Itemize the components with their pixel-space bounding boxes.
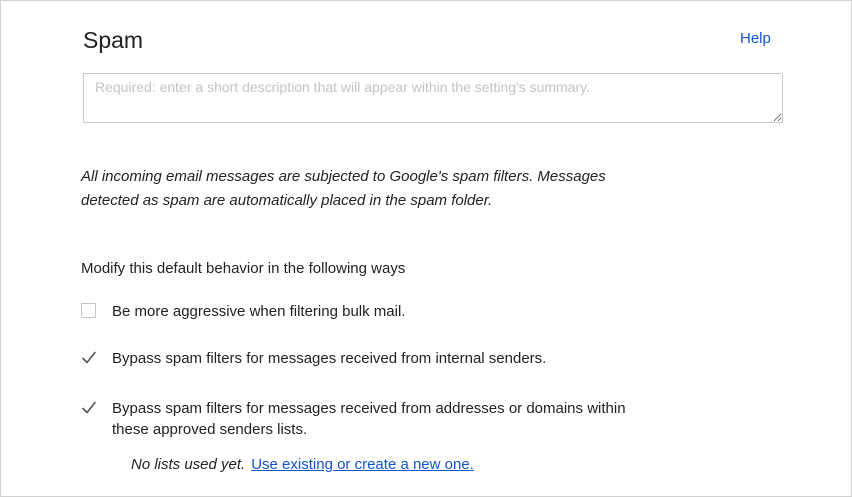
option-label-line-2: these approved senders lists. [112, 421, 308, 438]
modify-label: Modify this default behavior in the foll… [81, 260, 406, 277]
option-label: Be more aggressive when filtering bulk m… [112, 303, 406, 320]
option-label: Bypass spam filters for messages receive… [112, 398, 626, 440]
intro-line-1: All incoming email messages are subjecte… [81, 168, 606, 185]
approved-lists-row: No lists used yet. Use existing or create… [131, 456, 474, 473]
help-link[interactable]: Help [740, 30, 771, 47]
option-label: Bypass spam filters for messages receive… [112, 350, 547, 367]
check-icon [82, 351, 96, 364]
intro-line-2: detected as spam are automatically place… [81, 192, 493, 209]
aggressive-bulk-checkbox[interactable] [81, 303, 96, 318]
option-label-line-1: Bypass spam filters for messages receive… [112, 400, 626, 417]
bypass-approved-checkbox[interactable] [81, 400, 96, 415]
bypass-internal-checkbox[interactable] [81, 350, 96, 365]
page-title: Spam [83, 27, 144, 53]
use-or-create-list-link[interactable]: Use existing or create a new one. [251, 456, 474, 473]
check-icon [82, 401, 96, 414]
description-field[interactable] [83, 73, 783, 123]
intro-text: All incoming email messages are subjecte… [81, 165, 761, 213]
spam-settings-panel: Spam Help All incoming email messages ar… [0, 0, 852, 497]
no-lists-note: No lists used yet. [131, 456, 246, 473]
